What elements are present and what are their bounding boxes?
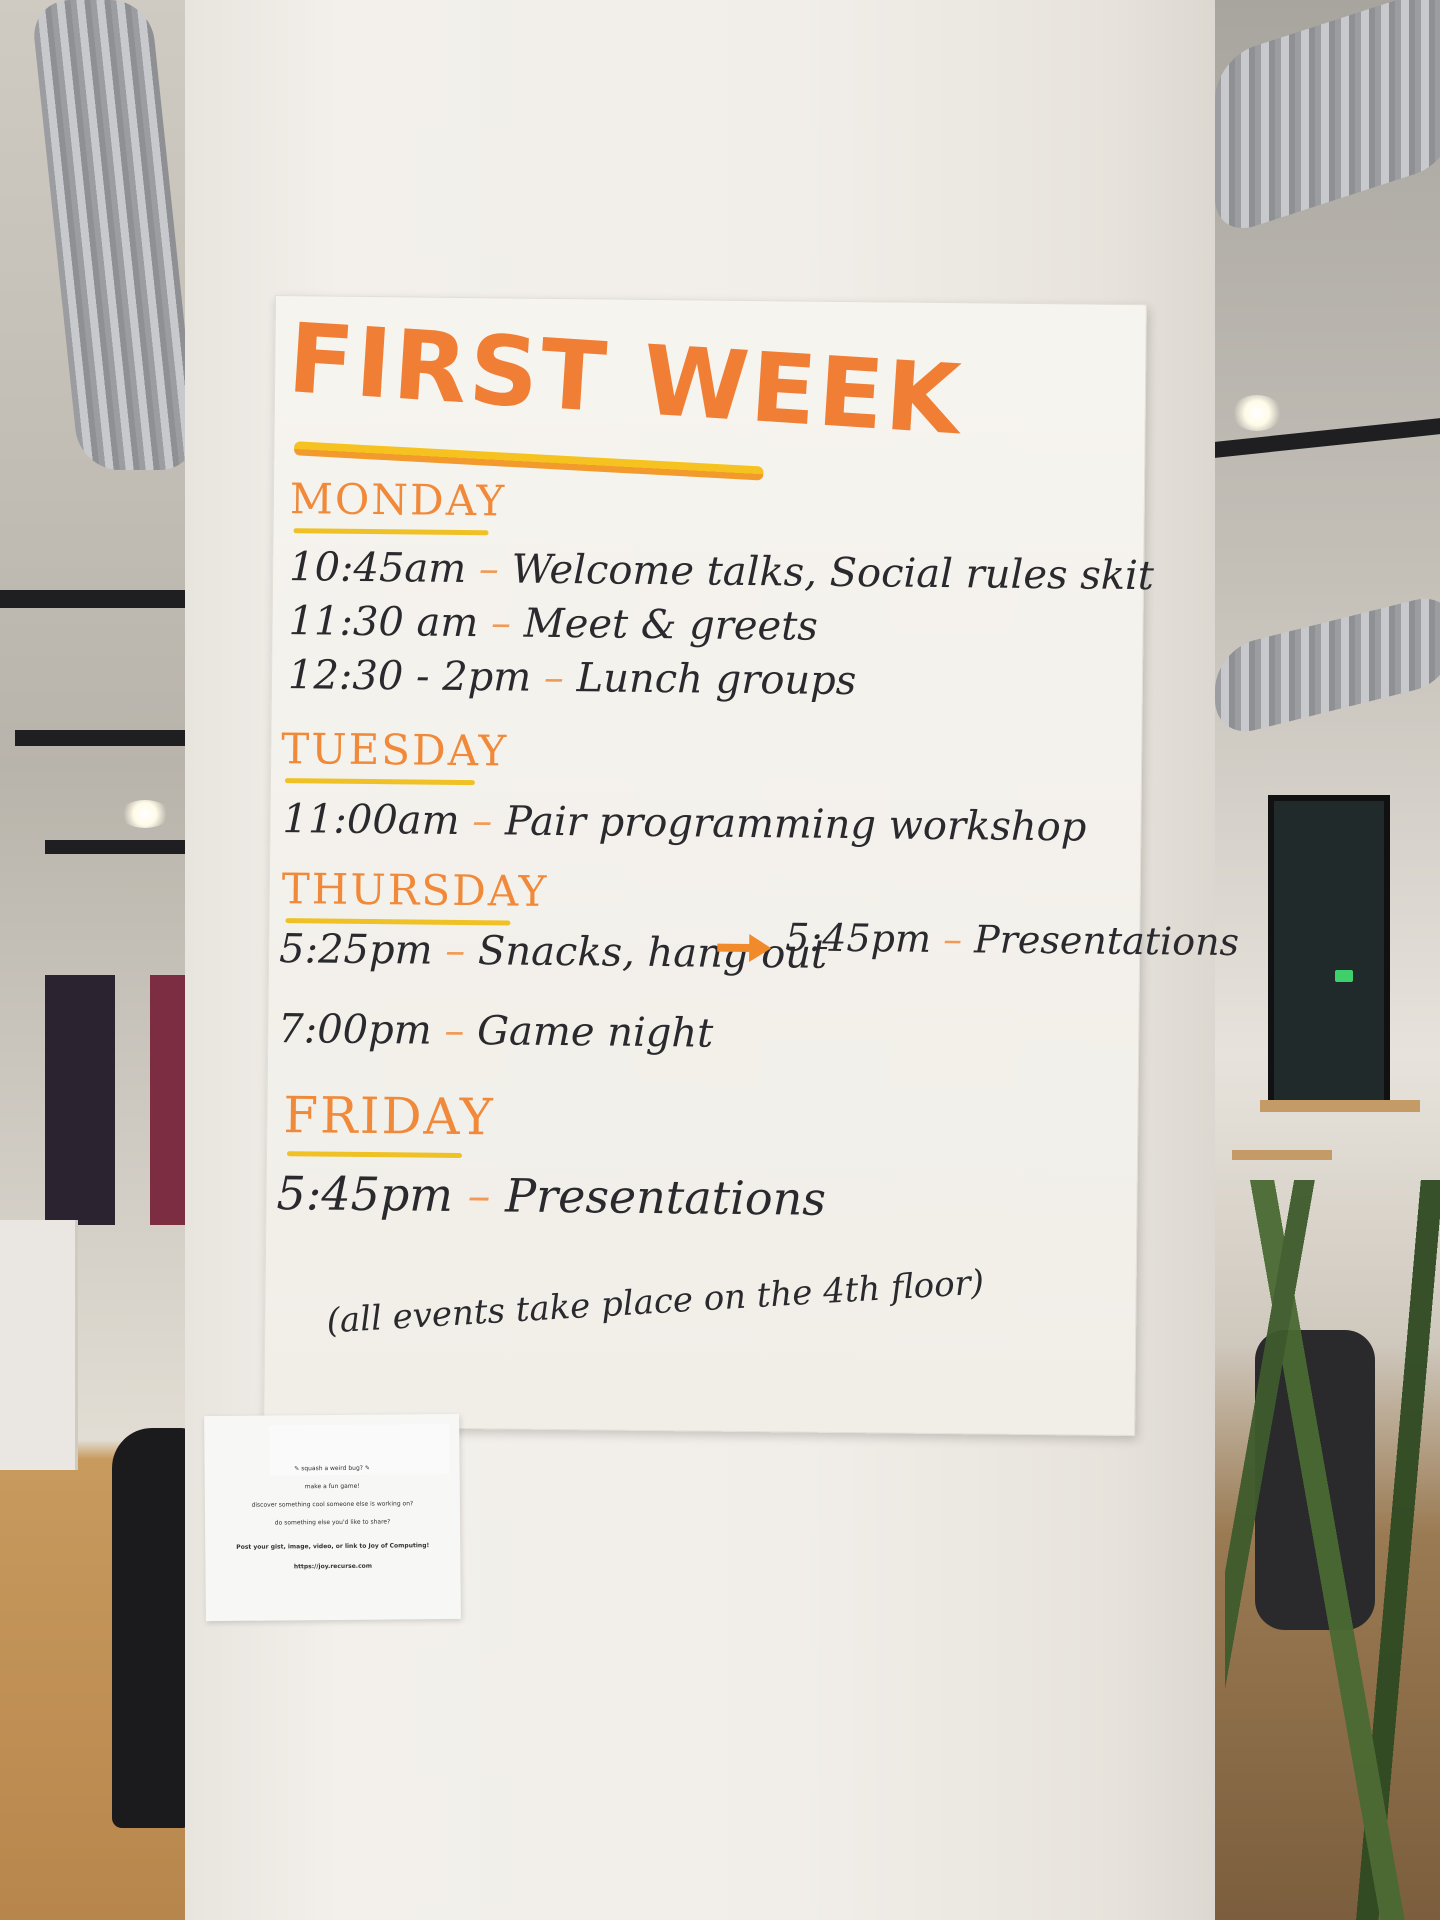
- day-heading-tuesday: TUESDAY: [280, 724, 509, 776]
- event-activity: Game night: [476, 1008, 714, 1057]
- ceiling-light: [1232, 395, 1282, 431]
- event-time: 11:30 am: [288, 598, 479, 647]
- ceiling-beam: [45, 840, 185, 854]
- note-line: make a fun game!: [304, 1482, 360, 1491]
- schedule-poster: FIRST WEEK MONDAY 10:45am – Welcome talk…: [263, 295, 1239, 1437]
- ceiling-beam: [0, 590, 185, 608]
- snake-plant: [1225, 1180, 1440, 1920]
- shelf: [0, 1220, 78, 1470]
- ceiling-light: [120, 800, 170, 828]
- window: [1268, 795, 1390, 1107]
- event-row: 11:30 am – Meet & greets: [288, 598, 818, 650]
- desk: [1260, 1100, 1420, 1112]
- day-heading-monday: MONDAY: [289, 474, 507, 526]
- event-row: 11:00am – Pair programming workshop: [282, 796, 1086, 850]
- poster-title: FIRST WEEK: [284, 302, 966, 457]
- event-time: 5:45pm: [276, 1166, 454, 1222]
- event-time: 7:00pm: [278, 1006, 432, 1054]
- dash-separator: –: [472, 798, 506, 845]
- dash-separator: –: [478, 546, 512, 593]
- printed-note: ✎ squash a weird bug? ✎ make a fun game!…: [204, 1413, 461, 1622]
- day-underline: [284, 778, 475, 786]
- event-row: 10:45am – Welcome talks, Social rules sk…: [289, 544, 1154, 599]
- event-time: 5:45pm: [785, 915, 932, 961]
- note-link: https://joy.recurse.com: [293, 1562, 373, 1571]
- event-activity: Meet & greets: [523, 600, 819, 650]
- event-time: 12:30 - 2pm: [287, 652, 532, 701]
- dash-separator: –: [467, 1168, 506, 1223]
- event-row: 7:00pm – Game night: [278, 1006, 713, 1057]
- event-row: 5:45pm – Presentations: [276, 1166, 826, 1226]
- dash-separator: –: [942, 917, 975, 962]
- day-underline: [285, 918, 511, 926]
- day-underline: [286, 1151, 463, 1159]
- office-chair: [112, 1428, 192, 1828]
- event-activity: Welcome talks, Social rules skit: [511, 546, 1155, 600]
- event-time: 5:25pm: [278, 926, 433, 974]
- dash-separator: –: [490, 600, 525, 647]
- event-activity: Presentations: [973, 917, 1240, 965]
- ceiling-beam: [15, 730, 185, 746]
- event-time: 11:00am: [282, 796, 460, 844]
- day-underline: [293, 528, 489, 536]
- dash-separator: –: [444, 927, 479, 975]
- day-heading-friday: FRIDAY: [283, 1086, 495, 1147]
- note-line: Post your gist, image, video, or link to…: [236, 1542, 430, 1551]
- note-line: discover something cool someone else is …: [251, 1500, 414, 1509]
- day-heading-thursday: THURSDAY: [281, 864, 549, 916]
- dash-separator: –: [444, 1007, 478, 1055]
- doorway: [150, 975, 188, 1225]
- arrow-right-icon: [717, 934, 772, 963]
- event-row: 12:30 - 2pm – Lunch groups: [288, 652, 857, 704]
- exit-sign-glow: [1335, 970, 1353, 982]
- event-time: 10:45am: [288, 544, 467, 593]
- dash-separator: –: [543, 654, 577, 702]
- event-row: 5:45pm – Presentations: [785, 915, 1239, 964]
- event-activity: Presentations: [504, 1168, 827, 1226]
- poster-footer-note: (all events take place on the 4th floor): [325, 1262, 986, 1342]
- event-activity: Snacks, hang out: [477, 928, 828, 978]
- desk: [1232, 1150, 1332, 1160]
- event-activity: Pair programming workshop: [504, 798, 1087, 851]
- doorway: [45, 975, 115, 1225]
- event-activity: Lunch groups: [576, 655, 857, 705]
- note-line: do something else you'd like to share?: [274, 1518, 391, 1527]
